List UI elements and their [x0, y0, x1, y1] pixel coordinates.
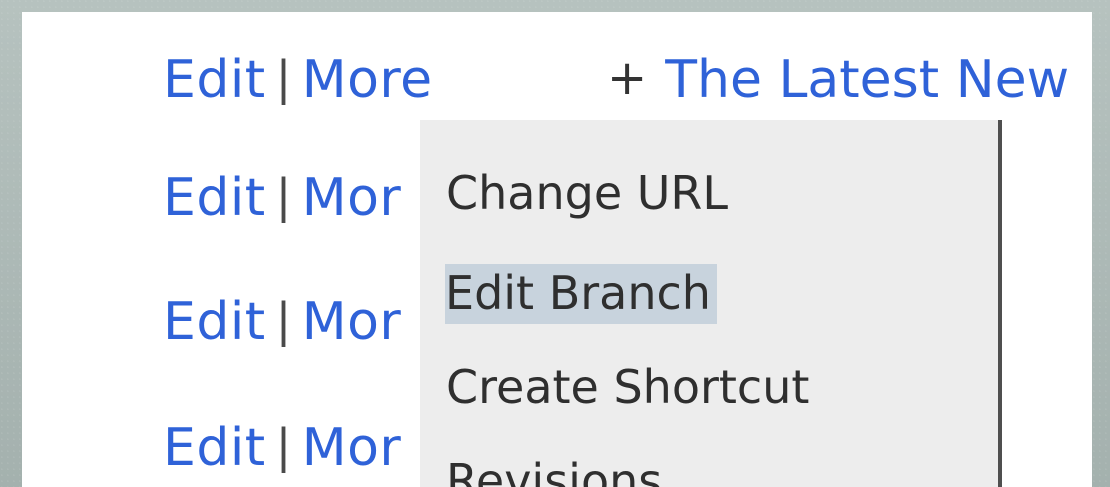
- content-panel: Edit | More + The Latest New Edit | Mor Edit |…: [22, 12, 1092, 487]
- link-separator: |: [275, 169, 292, 223]
- row-actions: Edit | Mor: [163, 172, 401, 224]
- latest-news-link-group: + The Latest New: [607, 54, 1069, 106]
- more-link[interactable]: More: [302, 50, 433, 110]
- more-link[interactable]: Mor: [302, 292, 402, 352]
- row-actions: Edit | More: [163, 54, 433, 106]
- edit-link[interactable]: Edit: [163, 50, 266, 110]
- edit-link[interactable]: Edit: [163, 418, 266, 478]
- link-separator: |: [275, 51, 292, 105]
- more-dropdown-menu: Change URL Edit Branch Create Shortcut R…: [420, 120, 1002, 487]
- menu-item-revisions[interactable]: Revisions: [446, 458, 662, 487]
- more-link[interactable]: Mor: [302, 418, 402, 478]
- row-actions: Edit | Mor: [163, 422, 401, 474]
- row-actions: Edit | Mor: [163, 296, 401, 348]
- latest-news-link[interactable]: The Latest New: [665, 50, 1069, 110]
- more-link[interactable]: Mor: [302, 168, 402, 228]
- menu-item-edit-branch[interactable]: Edit Branch: [445, 264, 717, 324]
- plus-icon[interactable]: +: [607, 50, 647, 106]
- menu-item-change-url[interactable]: Change URL: [446, 170, 728, 216]
- link-separator: |: [275, 293, 292, 347]
- edit-link[interactable]: Edit: [163, 168, 266, 228]
- link-separator: |: [275, 419, 292, 473]
- menu-item-create-shortcut[interactable]: Create Shortcut: [446, 364, 809, 410]
- edit-link[interactable]: Edit: [163, 292, 266, 352]
